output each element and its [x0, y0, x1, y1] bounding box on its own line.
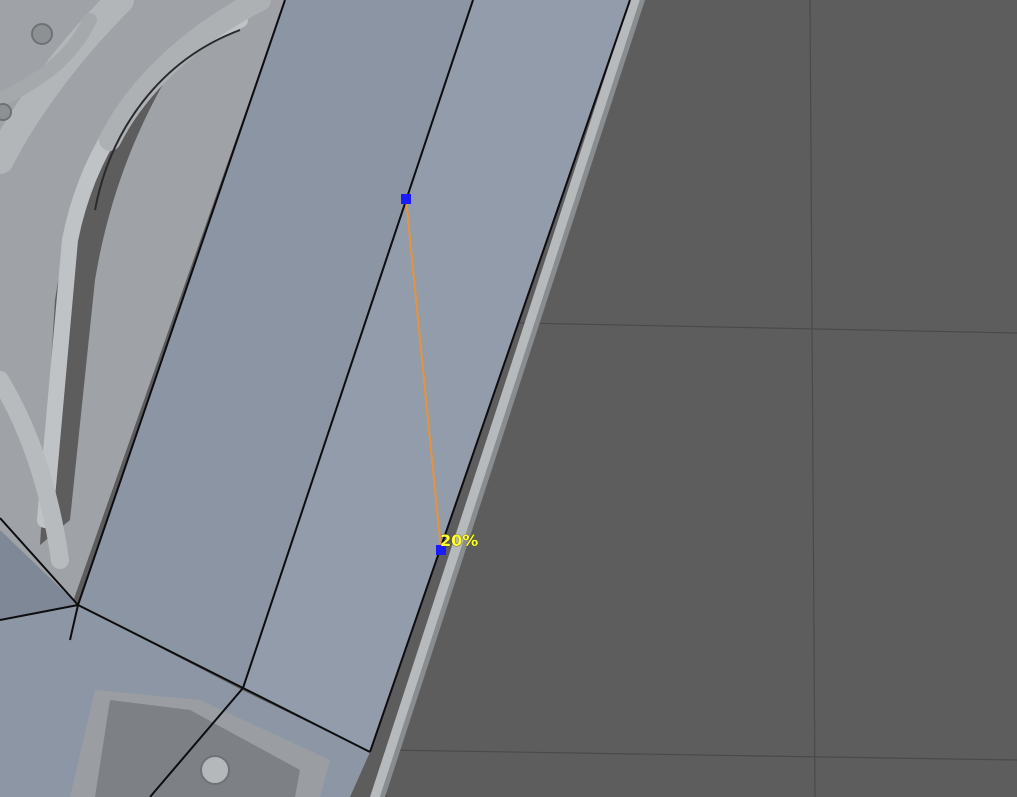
knife-percent-label: 20%: [440, 531, 478, 550]
3d-viewport[interactable]: 20%: [0, 0, 1017, 797]
lower-bolt: [200, 755, 230, 785]
bolt-hole: [31, 23, 53, 45]
knife-vertex-start[interactable]: [401, 194, 411, 204]
bolt-hole: [0, 103, 12, 121]
